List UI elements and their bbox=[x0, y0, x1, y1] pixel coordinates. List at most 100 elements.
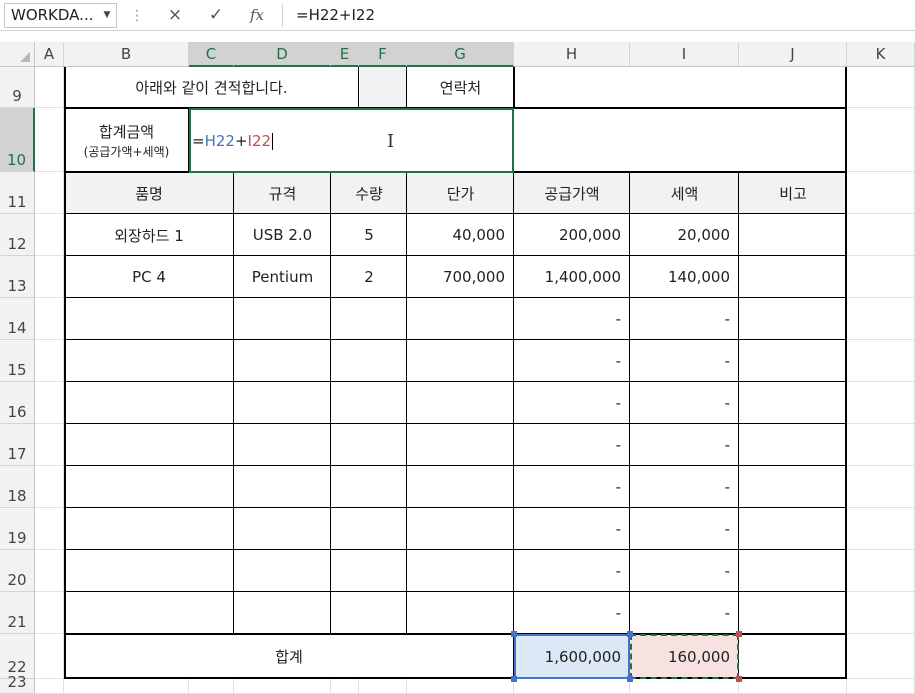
column-header-h[interactable]: H bbox=[514, 42, 630, 67]
contact-label: 연락처 bbox=[439, 78, 482, 97]
table-cell[interactable]: 1,400,000 bbox=[514, 256, 630, 298]
total-row-label: 합계 bbox=[275, 648, 303, 666]
row-number: 15 bbox=[7, 361, 27, 379]
table-cell[interactable]: - bbox=[630, 382, 739, 424]
row-header-21[interactable]: 21 bbox=[0, 592, 35, 634]
table-border bbox=[64, 423, 847, 424]
table-border bbox=[64, 507, 847, 508]
table-border bbox=[64, 297, 847, 298]
column-header-j[interactable]: J bbox=[739, 42, 847, 67]
table-cell[interactable]: 40,000 bbox=[407, 214, 514, 256]
row-number: 21 bbox=[7, 613, 27, 631]
table-cell[interactable]: - bbox=[630, 592, 739, 634]
row-header-15[interactable]: 15 bbox=[0, 340, 35, 382]
column-header-i[interactable]: I bbox=[630, 42, 739, 67]
table-cell[interactable]: - bbox=[514, 592, 630, 634]
row-number: 18 bbox=[7, 487, 27, 505]
row-header-11[interactable]: 11 bbox=[0, 172, 35, 214]
table-border bbox=[233, 172, 234, 634]
column-header-e[interactable]: E bbox=[331, 42, 359, 67]
more-icon: ⋮ bbox=[130, 8, 144, 24]
selection-handle[interactable] bbox=[736, 676, 742, 682]
table-cell[interactable]: - bbox=[630, 340, 739, 382]
table-cell[interactable]: - bbox=[514, 340, 630, 382]
column-label: 비고 bbox=[779, 184, 807, 203]
row-header-16[interactable]: 16 bbox=[0, 382, 35, 424]
table-border bbox=[358, 67, 359, 108]
table-border bbox=[64, 591, 847, 592]
row-header-18[interactable]: 18 bbox=[0, 466, 35, 508]
table-cell[interactable]: - bbox=[630, 466, 739, 508]
row-header-9[interactable]: 9 bbox=[0, 67, 35, 108]
selection-handle[interactable] bbox=[627, 676, 633, 682]
row-number: 13 bbox=[7, 277, 27, 295]
column-header-g[interactable]: G bbox=[407, 42, 514, 67]
row-header-23[interactable]: 23 bbox=[0, 673, 35, 694]
table-border bbox=[406, 172, 407, 634]
selection-handle[interactable] bbox=[627, 631, 633, 637]
selection-handle[interactable] bbox=[736, 631, 742, 637]
column-header-b[interactable]: B bbox=[64, 42, 189, 67]
row-number: 20 bbox=[7, 571, 27, 589]
table-cell[interactable]: - bbox=[630, 550, 739, 592]
column-label: 공급가액 bbox=[544, 184, 600, 203]
column-header-f[interactable]: F bbox=[359, 42, 407, 67]
total-label: 합계금액 bbox=[98, 123, 155, 141]
table-cell[interactable]: 20,000 bbox=[630, 214, 739, 256]
table-border bbox=[64, 255, 847, 256]
i22-ref-border bbox=[630, 634, 739, 679]
table-cell[interactable]: - bbox=[630, 508, 739, 550]
formula-input[interactable]: =H22+I22 bbox=[296, 3, 375, 28]
table-border bbox=[64, 67, 66, 679]
column-header-a[interactable]: A bbox=[35, 42, 64, 67]
column-label: 수량 bbox=[355, 184, 383, 203]
table-cell[interactable]: 700,000 bbox=[407, 256, 514, 298]
selection-handle[interactable] bbox=[511, 676, 517, 682]
table-cell[interactable]: Pentium bbox=[234, 256, 331, 298]
row-number: 9 bbox=[12, 87, 22, 105]
column-header-d[interactable]: D bbox=[234, 42, 331, 67]
table-cell[interactable]: 5 bbox=[331, 214, 407, 256]
cancel-icon[interactable]: × bbox=[160, 3, 190, 28]
table-cell[interactable]: 2 bbox=[331, 256, 407, 298]
column-header-c[interactable]: C bbox=[189, 42, 234, 67]
row-number: 19 bbox=[7, 529, 27, 547]
column-label: 세액 bbox=[670, 184, 699, 203]
row-header-17[interactable]: 17 bbox=[0, 424, 35, 466]
table-cell[interactable]: - bbox=[514, 424, 630, 466]
table-cell[interactable]: USB 2.0 bbox=[234, 214, 331, 256]
table-border bbox=[64, 549, 847, 550]
selection-handle[interactable] bbox=[511, 631, 517, 637]
table-cell[interactable]: - bbox=[514, 382, 630, 424]
row-header-12[interactable]: 12 bbox=[0, 214, 35, 256]
row-header-19[interactable]: 19 bbox=[0, 508, 35, 550]
table-border bbox=[64, 213, 847, 214]
row-header-14[interactable]: 14 bbox=[0, 298, 35, 340]
table-cell[interactable]: - bbox=[514, 298, 630, 340]
row-header-10[interactable]: 10 bbox=[0, 108, 35, 172]
h22-ref-border bbox=[514, 634, 630, 679]
function-icon[interactable]: fx bbox=[242, 3, 272, 28]
table-cell[interactable]: - bbox=[514, 466, 630, 508]
table-border bbox=[738, 172, 739, 634]
chevron-down-icon[interactable]: ▼ bbox=[100, 3, 114, 28]
table-cell[interactable]: - bbox=[514, 508, 630, 550]
row-header-13[interactable]: 13 bbox=[0, 256, 35, 298]
table-cell[interactable]: - bbox=[630, 424, 739, 466]
column-header-k[interactable]: K bbox=[847, 42, 915, 67]
table-cell[interactable]: 외장하드 1 bbox=[64, 214, 234, 256]
table-cell[interactable]: 140,000 bbox=[630, 256, 739, 298]
row-header-20[interactable]: 20 bbox=[0, 550, 35, 592]
formula-bar-divider bbox=[282, 4, 283, 27]
table-cell[interactable]: 200,000 bbox=[514, 214, 630, 256]
select-all-icon bbox=[20, 52, 30, 62]
table-border bbox=[513, 172, 514, 634]
column-label: 품명 bbox=[135, 184, 163, 203]
table-cell[interactable]: - bbox=[630, 298, 739, 340]
row-number: 12 bbox=[7, 235, 27, 253]
table-border bbox=[513, 67, 515, 108]
column-label: 단가 bbox=[446, 184, 475, 203]
table-cell[interactable]: PC 4 bbox=[64, 256, 234, 298]
check-icon[interactable]: ✓ bbox=[201, 3, 231, 28]
table-cell[interactable]: - bbox=[514, 550, 630, 592]
